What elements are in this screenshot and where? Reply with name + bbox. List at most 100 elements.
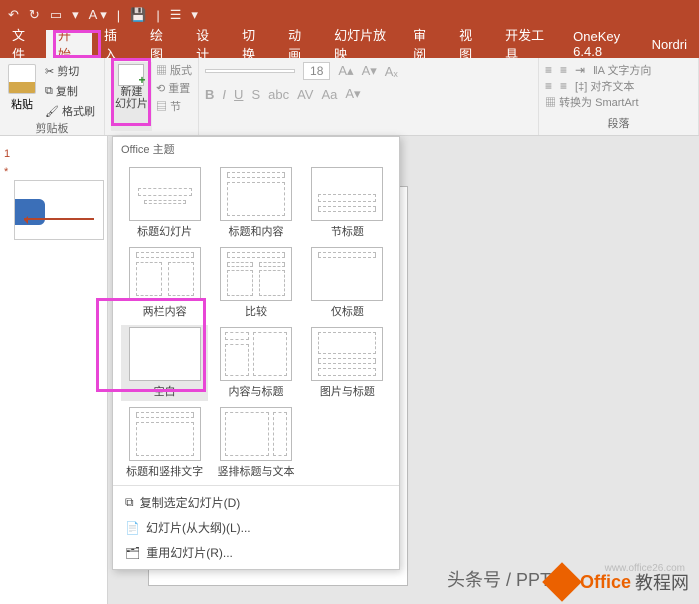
slide-thumbnail-panel: 1 * xyxy=(0,136,108,604)
tab-slideshow[interactable]: 幻灯片放映 xyxy=(322,30,401,58)
copy-icon: ⧉ xyxy=(45,85,53,98)
touch-mode-icon[interactable]: ☰ xyxy=(170,7,182,23)
cut-icon: ✂ xyxy=(45,65,54,78)
numbering-icon[interactable]: ≡ xyxy=(560,63,567,77)
gallery-theme-header: Office 主题 xyxy=(113,137,399,161)
tab-home[interactable]: 开始 xyxy=(46,30,92,58)
font-family-combo[interactable] xyxy=(205,69,295,73)
tab-transitions[interactable]: 切换 xyxy=(230,30,276,58)
bold-button[interactable]: B xyxy=(205,87,214,102)
shadow-button[interactable]: abc xyxy=(268,87,289,102)
font-color-button[interactable]: A▾ xyxy=(345,86,360,102)
strike-button[interactable]: S xyxy=(251,87,260,102)
copy-button[interactable]: ⧉复制 xyxy=(42,82,98,100)
cut-button[interactable]: ✂剪切 xyxy=(42,62,98,80)
font-group: 18 A▴ A▾ Aₓ B I U S abc AV Aa A▾ xyxy=(199,58,539,135)
case-button[interactable]: Aa xyxy=(321,87,337,102)
tab-developer[interactable]: 开发工具 xyxy=(493,30,561,58)
tab-review[interactable]: 审阅 xyxy=(401,30,447,58)
tab-nordri[interactable]: Nordri xyxy=(640,30,699,58)
reuse-icon: 🗂 xyxy=(125,546,140,560)
watermark-url: www.office26.com xyxy=(605,563,685,574)
undo-icon[interactable]: ↶ xyxy=(8,7,19,23)
layout-picture-caption[interactable]: 图片与标题 xyxy=(304,325,391,401)
layout-vertical-title-text[interactable]: 竖排标题与文本 xyxy=(212,405,299,481)
align-left-icon[interactable]: ≡ xyxy=(545,79,552,93)
start-from-beginning-icon[interactable]: ▭ xyxy=(50,7,62,23)
ribbon: 粘贴 ✂剪切 ⧉复制 🖌格式刷 剪贴板 新建 幻灯片 ▦ 版式 ⟲ 重置 ▤ 节… xyxy=(0,58,699,136)
new-slide-label: 新建 幻灯片 xyxy=(115,86,148,110)
tab-insert[interactable]: 插入 xyxy=(92,30,138,58)
slide-number: 1 xyxy=(4,148,10,160)
reuse-slides-cmd[interactable]: 🗂重用幻灯片(R)... xyxy=(113,540,399,565)
layout-title-only[interactable]: 仅标题 xyxy=(304,245,391,321)
new-slide-layout-gallery: Office 主题 标题幻灯片 标题和内容 节标题 两栏内容 比较 仅标题 空白 xyxy=(112,136,400,570)
slide-animation-indicator: * xyxy=(4,166,8,178)
layout-blank[interactable]: 空白 xyxy=(121,325,208,401)
slide-thumbnail-1[interactable] xyxy=(14,180,104,240)
tab-file[interactable]: 文件 xyxy=(0,30,46,58)
paragraph-group-label: 段落 xyxy=(545,115,692,131)
slides-from-outline-cmd[interactable]: 📄幻灯片(从大纲)(L)... xyxy=(113,515,399,540)
font-size-combo[interactable]: 18 xyxy=(303,62,330,80)
tab-design[interactable]: 设计 xyxy=(184,30,230,58)
dropdown-icon[interactable]: ▾ xyxy=(72,7,79,23)
layout-two-content[interactable]: 两栏内容 xyxy=(121,245,208,321)
tab-animations[interactable]: 动画 xyxy=(276,30,322,58)
separator: | xyxy=(117,8,120,23)
decrease-font-icon[interactable]: A▾ xyxy=(362,63,377,79)
spacing-button[interactable]: AV xyxy=(297,87,313,102)
insertion-cursor xyxy=(24,218,94,220)
paste-button[interactable]: 粘贴 xyxy=(6,62,38,120)
align-text-button[interactable]: [‡] 对齐文本 xyxy=(575,78,634,94)
tab-draw[interactable]: 绘图 xyxy=(138,30,184,58)
paragraph-group: ≡ ≡ ⇥ ‖A 文字方向 ≡ ≡ [‡] 对齐文本 ▦ 转换为 SmartArt 段落 xyxy=(539,58,699,135)
align-center-icon[interactable]: ≡ xyxy=(560,79,567,93)
thumbnail-shape xyxy=(14,199,45,225)
tab-view[interactable]: 视图 xyxy=(447,30,493,58)
text-direction-button[interactable]: ‖A 文字方向 xyxy=(593,62,651,78)
increase-font-icon[interactable]: A▴ xyxy=(338,63,353,79)
reset-icon: ⟲ xyxy=(156,83,165,95)
section-icon: ▤ xyxy=(156,101,167,113)
underline-button[interactable]: U xyxy=(234,87,243,102)
layout-section-header[interactable]: 节标题 xyxy=(304,165,391,241)
clipboard-group: 粘贴 ✂剪切 ⧉复制 🖌格式刷 剪贴板 xyxy=(0,58,105,135)
duplicate-slides-cmd[interactable]: ⧉复制选定幻灯片(D) xyxy=(113,490,399,515)
layout-title-vertical-text[interactable]: 标题和竖排文字 xyxy=(121,405,208,481)
paste-label: 粘贴 xyxy=(11,96,33,112)
new-slide-button[interactable]: 新建 幻灯片 xyxy=(111,62,152,131)
layout-comparison[interactable]: 比较 xyxy=(212,245,299,321)
duplicate-icon: ⧉ xyxy=(125,495,134,510)
clear-format-icon[interactable]: Aₓ xyxy=(385,64,398,79)
format-painter-button[interactable]: 🖌格式刷 xyxy=(42,102,98,120)
office-logo-icon xyxy=(542,562,582,602)
watermark-brand1: Office xyxy=(580,572,631,593)
layout-content-caption[interactable]: 内容与标题 xyxy=(212,325,299,401)
section-button[interactable]: ▤ 节 xyxy=(156,98,192,114)
outline-icon: 📄 xyxy=(125,521,140,535)
ribbon-tabs: 文件 开始 插入 绘图 设计 切换 动画 幻灯片放映 审阅 视图 开发工具 On… xyxy=(0,30,699,58)
brush-icon: 🖌 xyxy=(45,105,59,118)
gallery-footer: ⧉复制选定幻灯片(D) 📄幻灯片(从大纲)(L)... 🗂重用幻灯片(R)... xyxy=(113,485,399,569)
slides-group: 新建 幻灯片 ▦ 版式 ⟲ 重置 ▤ 节 xyxy=(105,58,199,135)
layout-title-slide[interactable]: 标题幻灯片 xyxy=(121,165,208,241)
convert-smartart-button[interactable]: ▦ 转换为 SmartArt xyxy=(545,94,639,110)
qat-customize-icon[interactable]: ▾ xyxy=(191,7,198,23)
separator: | xyxy=(156,8,159,23)
layout-grid: 标题幻灯片 标题和内容 节标题 两栏内容 比较 仅标题 空白 内容与标题 xyxy=(113,161,399,485)
reset-button[interactable]: ⟲ 重置 xyxy=(156,80,192,96)
layout-title-content[interactable]: 标题和内容 xyxy=(212,165,299,241)
indent-icon[interactable]: ⇥ xyxy=(575,63,585,77)
bullets-icon[interactable]: ≡ xyxy=(545,63,552,77)
layout-button[interactable]: ▦ 版式 xyxy=(156,62,192,78)
italic-button[interactable]: I xyxy=(222,87,226,102)
font-icon[interactable]: A ▾ xyxy=(89,7,107,23)
save-icon[interactable]: 💾 xyxy=(130,7,146,23)
new-slide-icon xyxy=(118,64,144,86)
tab-onekey[interactable]: OneKey 6.4.8 xyxy=(561,30,639,58)
redo-icon[interactable]: ↻ xyxy=(29,7,40,23)
clipboard-group-label: 剪贴板 xyxy=(6,120,98,136)
layout-icon: ▦ xyxy=(156,65,167,77)
paste-icon xyxy=(8,64,36,94)
